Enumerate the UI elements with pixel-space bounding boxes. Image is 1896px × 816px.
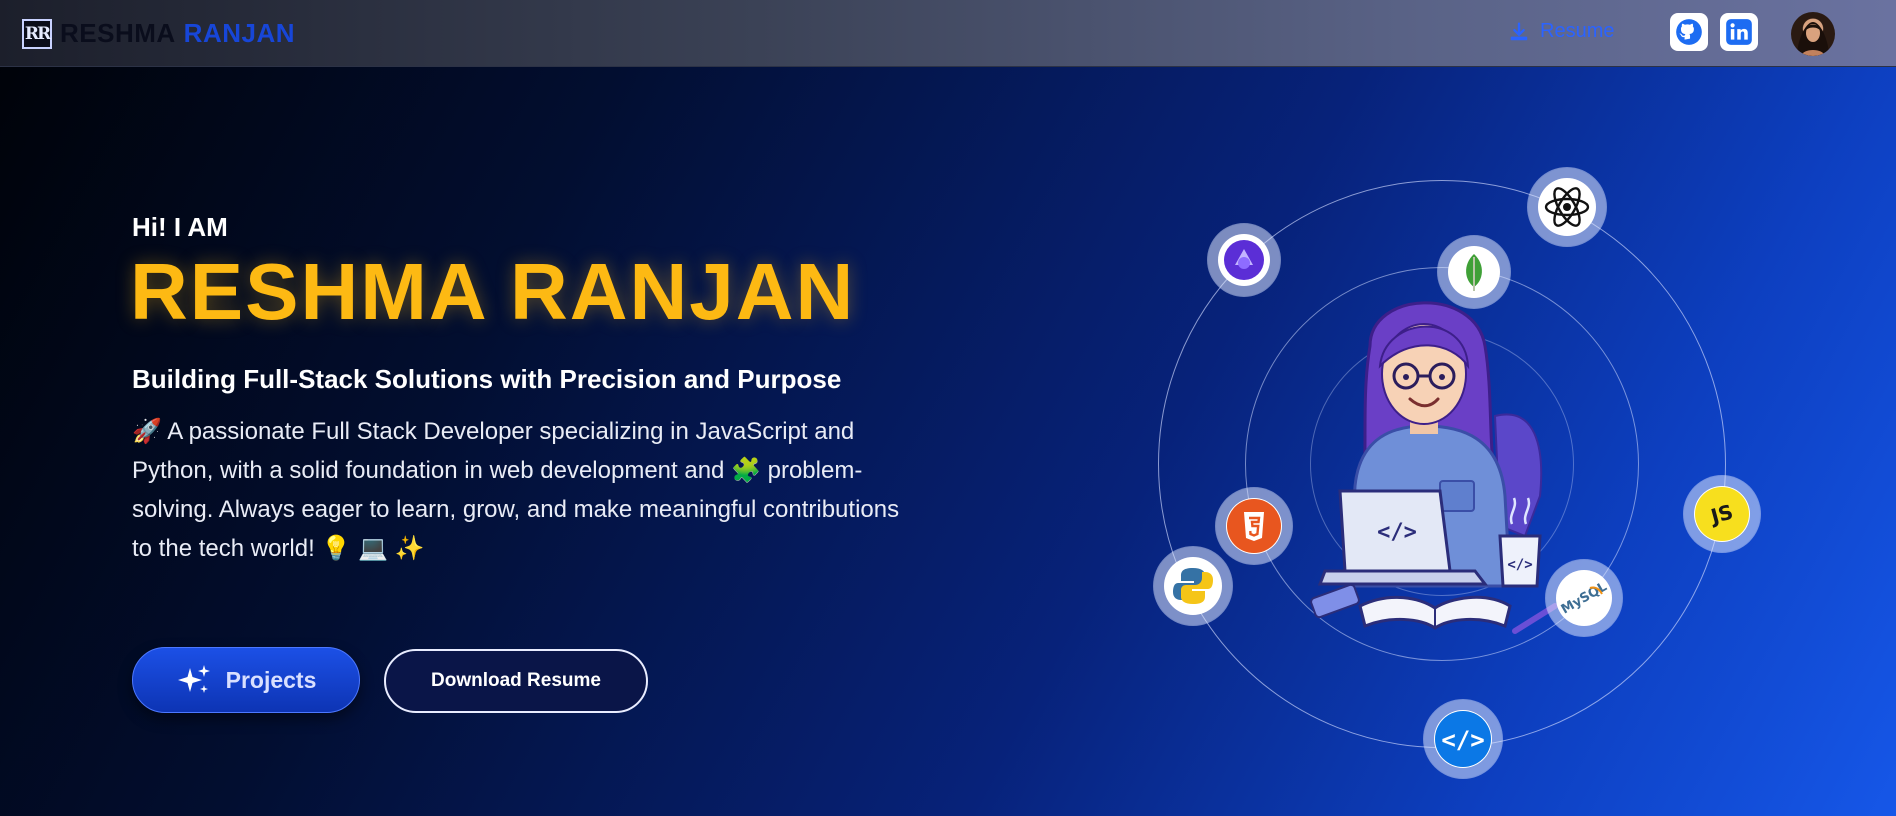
site-logo[interactable]: RR RESHMA RANJAN: [22, 18, 295, 49]
sparkles-icon: [177, 665, 210, 693]
nav-resume-label: Resume: [1540, 20, 1615, 42]
logo-mark-icon: RR: [22, 18, 52, 49]
svg-text:</>: </>: [1507, 557, 1532, 573]
download-resume-button[interactable]: Download Resume: [384, 649, 648, 713]
svg-text:</>: </>: [1441, 726, 1484, 754]
linkedin-icon: [1726, 19, 1752, 45]
nav-resume-link[interactable]: Resume: [1508, 20, 1614, 43]
download-resume-label: Download Resume: [431, 670, 601, 691]
hero-greeting: Hi! I AM: [132, 212, 228, 242]
mongodb-icon: [1448, 246, 1500, 298]
developer-illustration: </> </>: [1310, 301, 1558, 634]
logo-first-name: RESHMA: [60, 18, 176, 48]
github-button[interactable]: [1670, 13, 1708, 51]
download-icon: [1510, 22, 1528, 40]
hero-bio: 🚀 A passionate Full Stack Developer spec…: [132, 418, 900, 562]
logo-last-name: RANJAN: [183, 18, 296, 48]
github-icon: [1676, 19, 1702, 45]
redux-icon: [1218, 234, 1270, 286]
hero-tagline: Building Full-Stack Solutions with Preci…: [132, 364, 842, 394]
html5-icon: [1226, 498, 1282, 554]
projects-button-label: Projects: [225, 666, 317, 693]
navbar: RR RESHMA RANJAN Resume: [0, 0, 1896, 67]
code-icon: </>: [1434, 710, 1492, 768]
svg-text:</>: </>: [1377, 520, 1417, 545]
tech-orbit-illustration: </> </> JS MySQL </>: [1130, 168, 1750, 808]
mysql-icon: MySQL: [1556, 570, 1612, 626]
avatar-portrait-icon: [1797, 22, 1829, 56]
linkedin-button[interactable]: [1720, 13, 1758, 51]
hero-name: RESHMA RANJAN: [130, 247, 856, 336]
python-icon: [1164, 557, 1222, 615]
projects-button[interactable]: Projects: [132, 647, 360, 713]
react-icon: [1538, 178, 1596, 236]
avatar[interactable]: [1791, 12, 1835, 56]
javascript-icon: JS: [1694, 486, 1750, 542]
